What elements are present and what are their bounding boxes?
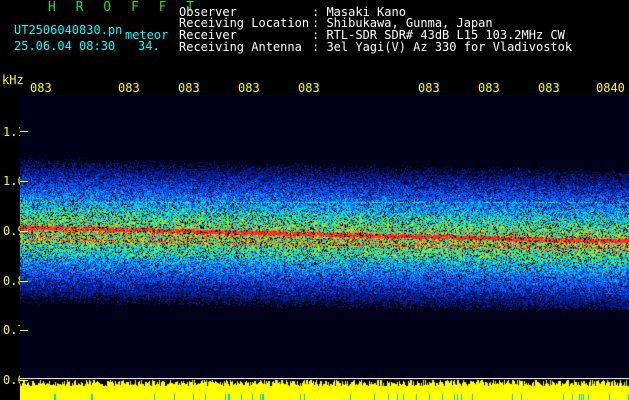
amplitude-bar (20, 378, 629, 400)
time-tick-label: 083 (118, 81, 140, 95)
frequency-unit: kHz (2, 73, 24, 87)
grid-tick (20, 380, 28, 381)
time-tick-label: 083 (478, 81, 500, 95)
spectrogram-panel (20, 95, 629, 400)
frame-number: 34. (138, 39, 160, 53)
spectrogram-canvas (20, 95, 629, 380)
date-time: 25.06.04 08:30 (14, 39, 116, 53)
time-tick-label: 083 (30, 81, 52, 95)
time-tick-label: 083 (418, 81, 440, 95)
time-tick-label: 083 (238, 81, 260, 95)
grid-tick (20, 330, 28, 331)
time-tick-label: 083 (538, 81, 560, 95)
time-tick-label: 083 (178, 81, 200, 95)
hrofft-window: H R O F F T UT2506040830.pn meteor 25.06… (0, 0, 629, 400)
antenna-value: : 3el Yagi(V) Az 330 for Vladivostok (312, 40, 573, 54)
grid-tick (20, 131, 28, 132)
app-title: H R O F F T (48, 0, 201, 15)
time-tick-label: 0840 (596, 81, 625, 95)
grid-tick (20, 231, 28, 232)
time-tick-label: 083 (298, 81, 320, 95)
grid-tick (20, 281, 28, 282)
antenna-label: Receiving Antenna (179, 40, 302, 54)
grid-tick (20, 181, 28, 182)
file-name: UT2506040830.pn (14, 23, 123, 37)
